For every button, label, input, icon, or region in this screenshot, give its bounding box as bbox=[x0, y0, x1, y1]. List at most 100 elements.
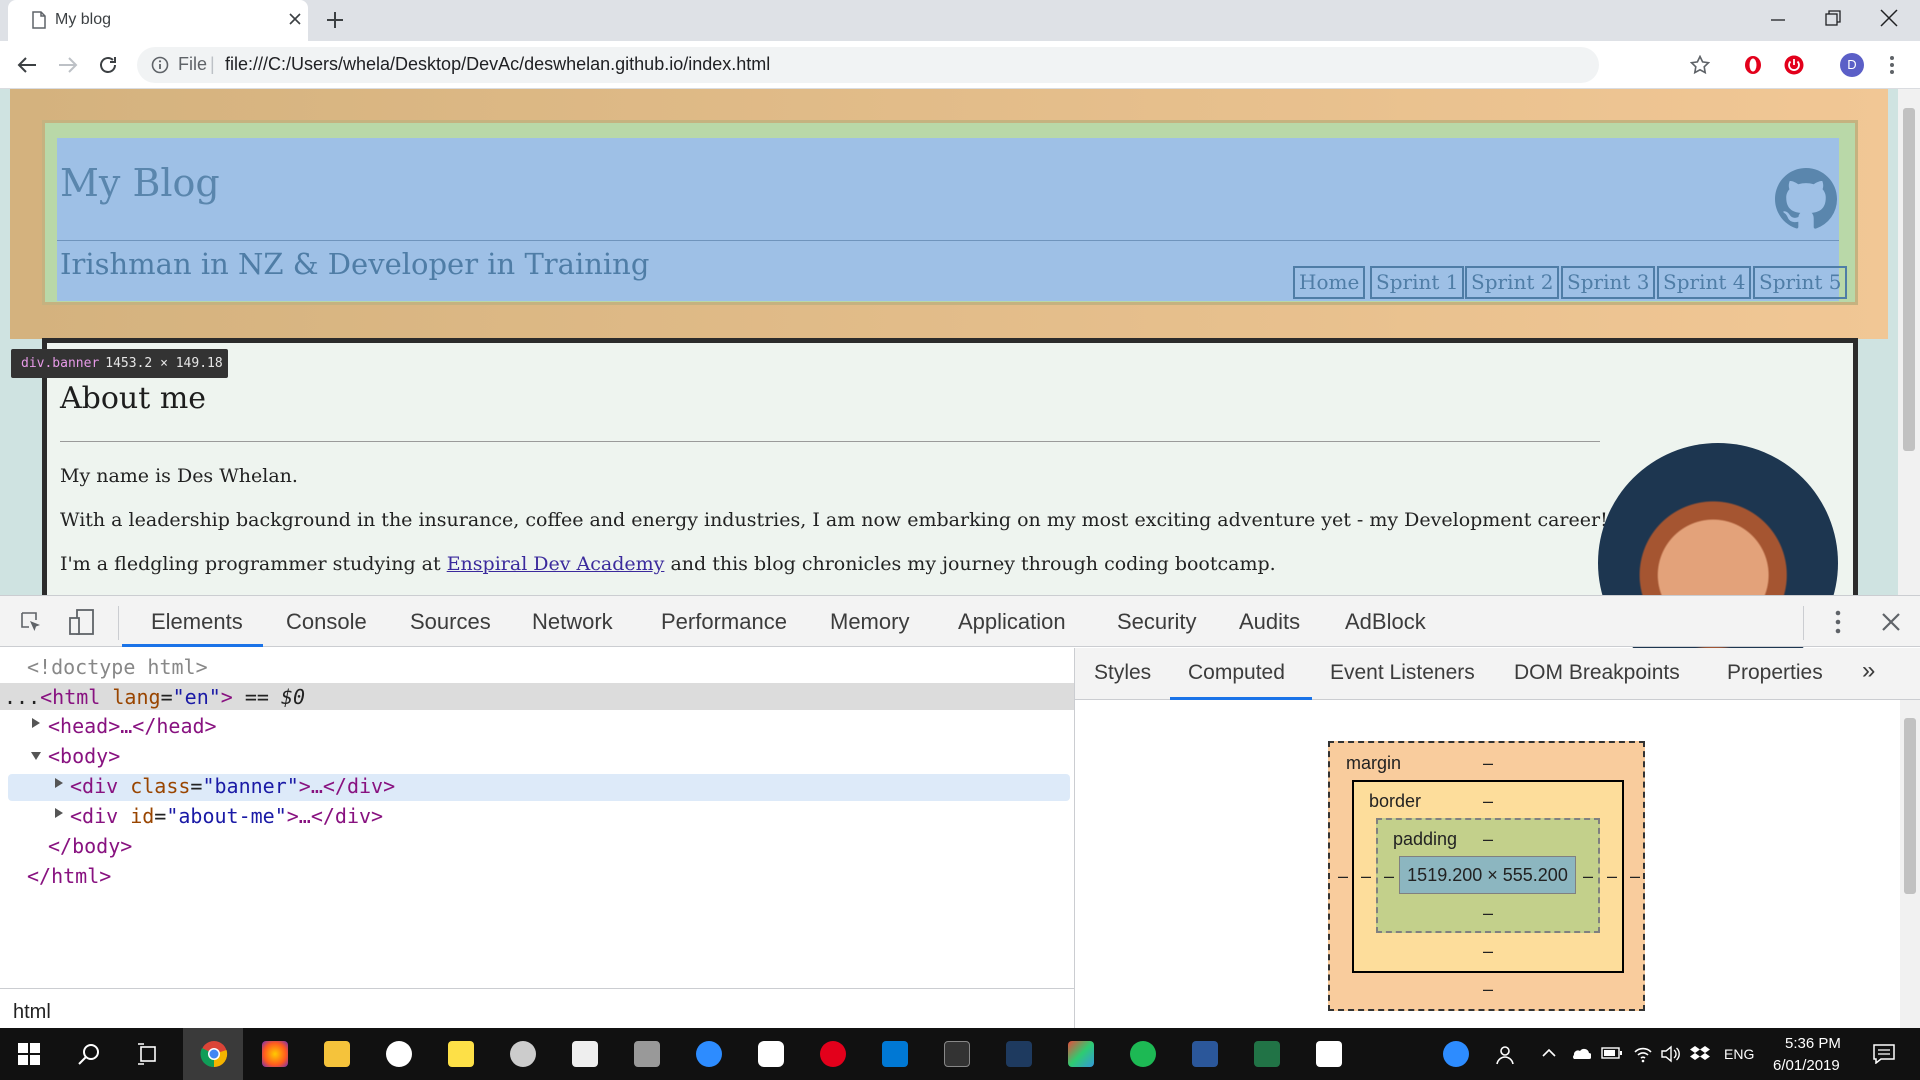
volume-icon[interactable] bbox=[1661, 1045, 1681, 1063]
expand-arrow-icon[interactable] bbox=[54, 777, 64, 789]
slack-icon[interactable] bbox=[758, 1041, 784, 1067]
padding-top-value[interactable]: – bbox=[1483, 829, 1493, 850]
expand-arrow-icon[interactable] bbox=[54, 807, 64, 819]
dropbox-icon[interactable] bbox=[1690, 1045, 1710, 1063]
tab-sources[interactable]: Sources bbox=[410, 609, 491, 635]
onedrive-icon[interactable] bbox=[1569, 1046, 1591, 1060]
expand-arrow-icon[interactable] bbox=[31, 717, 41, 729]
border-left-value[interactable]: – bbox=[1361, 866, 1371, 887]
github-icon[interactable] bbox=[1775, 168, 1837, 230]
panel-splitter[interactable] bbox=[1074, 648, 1075, 1028]
breadcrumb-html[interactable]: html bbox=[13, 1001, 51, 1024]
zoom-icon[interactable] bbox=[696, 1041, 722, 1067]
nav-sprint-3[interactable]: Sprint 3 bbox=[1561, 266, 1656, 299]
sidebar-scrollbar-thumb[interactable] bbox=[1904, 718, 1916, 894]
document-icon[interactable] bbox=[572, 1041, 598, 1067]
padding-right-value[interactable]: – bbox=[1583, 866, 1593, 887]
margin-left-value[interactable]: – bbox=[1338, 866, 1348, 887]
minimize-icon[interactable] bbox=[1770, 12, 1786, 28]
page-scrollbar-thumb[interactable] bbox=[1903, 108, 1915, 451]
tab-styles[interactable]: Styles bbox=[1094, 661, 1151, 685]
clock-time[interactable]: 5:36 PM bbox=[1785, 1035, 1841, 1052]
dom-head-node[interactable]: <head>…</head> bbox=[48, 714, 217, 738]
margin-right-value[interactable]: – bbox=[1630, 866, 1640, 887]
dom-html-node[interactable]: ...<html lang="en"> == $0 bbox=[4, 685, 305, 709]
close-tab-icon[interactable] bbox=[288, 12, 302, 26]
more-tabs-chevron[interactable]: » bbox=[1862, 657, 1875, 685]
github-desktop-icon[interactable] bbox=[510, 1041, 536, 1067]
forward-icon[interactable] bbox=[58, 56, 78, 74]
border-right-value[interactable]: – bbox=[1607, 866, 1617, 887]
new-tab-icon[interactable] bbox=[326, 11, 344, 29]
enspiral-link[interactable]: Enspiral Dev Academy bbox=[447, 553, 665, 575]
tab-console[interactable]: Console bbox=[286, 609, 367, 635]
nav-sprint-1[interactable]: Sprint 1 bbox=[1370, 266, 1465, 299]
terminal-icon[interactable] bbox=[944, 1041, 970, 1067]
help-icon[interactable] bbox=[1443, 1041, 1469, 1067]
window-close-icon[interactable] bbox=[1880, 9, 1898, 27]
dom-doctype[interactable]: <!doctype html> bbox=[27, 655, 208, 679]
snipping-tool-icon[interactable] bbox=[634, 1041, 660, 1067]
word-icon[interactable] bbox=[1192, 1041, 1218, 1067]
browser-tab[interactable]: My blog bbox=[8, 0, 308, 41]
padding-bottom-value[interactable]: – bbox=[1483, 903, 1493, 924]
spotify-icon[interactable] bbox=[1130, 1041, 1156, 1067]
tab-application[interactable]: Application bbox=[958, 609, 1066, 635]
tab-security[interactable]: Security bbox=[1117, 609, 1196, 635]
powershell-icon[interactable] bbox=[1006, 1041, 1032, 1067]
devtools-close-icon[interactable] bbox=[1881, 612, 1901, 632]
padding-left-value[interactable]: – bbox=[1384, 866, 1394, 887]
tab-network[interactable]: Network bbox=[532, 609, 613, 635]
tab-memory[interactable]: Memory bbox=[830, 609, 909, 635]
back-icon[interactable] bbox=[17, 56, 37, 74]
windows-start-icon[interactable] bbox=[18, 1043, 40, 1065]
dom-about-node[interactable]: <div id="about-me">…</div> bbox=[70, 804, 383, 828]
url-text[interactable]: file:///C:/Users/whela/Desktop/DevAc/des… bbox=[225, 54, 770, 75]
inspect-element-icon[interactable] bbox=[19, 610, 43, 634]
clock-date[interactable]: 6/01/2019 bbox=[1773, 1057, 1840, 1074]
sticky-notes-icon[interactable] bbox=[448, 1041, 474, 1067]
device-toolbar-icon[interactable] bbox=[68, 608, 96, 636]
language-indicator[interactable]: ENG bbox=[1724, 1046, 1754, 1062]
border-top-value[interactable]: – bbox=[1483, 791, 1493, 812]
devtools-menu-icon[interactable] bbox=[1835, 610, 1841, 634]
git-icon[interactable] bbox=[1068, 1041, 1094, 1067]
margin-bottom-value[interactable]: – bbox=[1483, 979, 1493, 1000]
reload-icon[interactable] bbox=[98, 55, 118, 75]
tab-computed[interactable]: Computed bbox=[1188, 661, 1285, 685]
people-icon[interactable] bbox=[1495, 1045, 1515, 1065]
collapse-arrow-icon[interactable] bbox=[30, 751, 42, 761]
info-icon[interactable] bbox=[151, 56, 169, 74]
tab-performance[interactable]: Performance bbox=[661, 609, 787, 635]
photos-icon[interactable] bbox=[1316, 1041, 1342, 1067]
file-explorer-icon[interactable] bbox=[324, 1041, 350, 1067]
power-app-icon[interactable] bbox=[820, 1041, 846, 1067]
nav-sprint-5[interactable]: Sprint 5 bbox=[1753, 266, 1848, 299]
power-extension-icon[interactable] bbox=[1784, 55, 1804, 75]
tab-audits[interactable]: Audits bbox=[1239, 609, 1300, 635]
firefox-icon[interactable] bbox=[262, 1041, 288, 1067]
search-icon[interactable] bbox=[78, 1043, 100, 1065]
dom-body-close[interactable]: </body> bbox=[48, 834, 132, 858]
chrome-icon[interactable] bbox=[200, 1040, 228, 1068]
wifi-icon[interactable] bbox=[1633, 1045, 1653, 1063]
nav-sprint-2[interactable]: Sprint 2 bbox=[1465, 266, 1560, 299]
tab-properties[interactable]: Properties bbox=[1727, 661, 1823, 685]
nav-sprint-4[interactable]: Sprint 4 bbox=[1657, 266, 1752, 299]
dom-html-close-node[interactable]: </html> bbox=[27, 864, 111, 888]
battery-icon[interactable] bbox=[1601, 1047, 1623, 1059]
tab-event-listeners[interactable]: Event Listeners bbox=[1330, 661, 1475, 685]
border-bottom-value[interactable]: – bbox=[1483, 941, 1493, 962]
tab-adblock[interactable]: AdBlock bbox=[1345, 609, 1426, 635]
itunes-icon[interactable] bbox=[386, 1041, 412, 1067]
bookmark-star-icon[interactable] bbox=[1690, 55, 1710, 75]
dom-banner-node[interactable]: <div class="banner">…</div> bbox=[70, 774, 395, 798]
excel-icon[interactable] bbox=[1254, 1041, 1280, 1067]
menu-dots-icon[interactable] bbox=[1889, 55, 1895, 75]
tab-dom-breakpoints[interactable]: DOM Breakpoints bbox=[1514, 661, 1680, 685]
profile-avatar[interactable]: D bbox=[1840, 53, 1864, 77]
margin-top-value[interactable]: – bbox=[1483, 753, 1493, 774]
opera-extension-icon[interactable] bbox=[1743, 55, 1763, 75]
vscode-icon[interactable] bbox=[882, 1041, 908, 1067]
chevron-up-icon[interactable] bbox=[1541, 1045, 1557, 1061]
